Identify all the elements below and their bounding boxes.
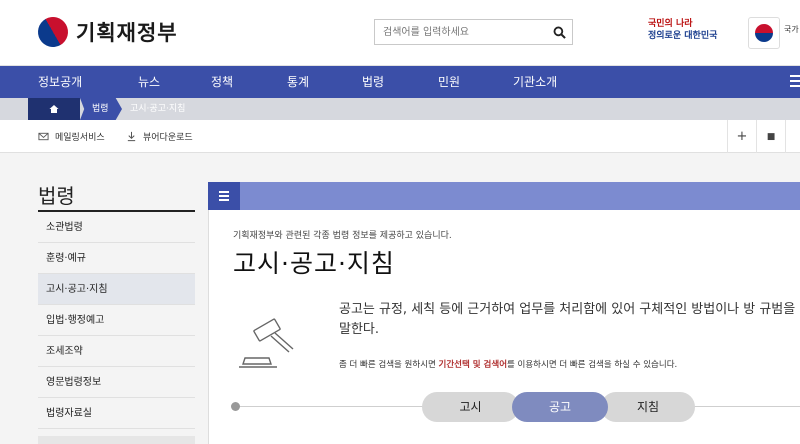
sidebar-item-archive[interactable]: 법령자료실 [38, 398, 195, 429]
korea-flag-icon [748, 17, 780, 49]
nav-item-civil[interactable]: 민원 [438, 66, 460, 98]
sidebar-bottom-block [38, 436, 195, 444]
header-cut-text: 국가 [784, 25, 799, 34]
sidebar-item-directive[interactable]: 훈령·예규 [38, 243, 195, 274]
search-tip: 좀 더 빠른 검색을 원하시면 기간선택 및 검색어를 이용하시면 더 빠른 검… [339, 358, 677, 370]
main-nav: 정보공개 뉴스 정책 통계 법령 민원 기관소개 [0, 66, 800, 98]
breadcrumb-law[interactable]: 법령 [80, 98, 122, 120]
search-box [374, 19, 573, 45]
search-icon [553, 26, 566, 39]
slogan-line2: 정의로운 대한민국 [648, 31, 718, 41]
sidebar-item-legislation[interactable]: 입법·행정예고 [38, 305, 195, 336]
taegeuk-icon [755, 24, 773, 42]
gavel-icon [239, 318, 294, 368]
nav-menu-icon[interactable] [790, 75, 800, 89]
home-icon [49, 105, 59, 113]
search-button[interactable] [546, 20, 572, 44]
tab-guideline[interactable]: 지침 [601, 392, 695, 422]
logo-text: 기획재정부 [76, 21, 178, 45]
tab-announcement[interactable]: 공고 [512, 392, 608, 422]
track-dot [231, 402, 240, 411]
nav-item-about[interactable]: 기관소개 [513, 66, 557, 98]
breadcrumb: 법령 고시·공고·지침 [0, 98, 800, 120]
page-title: 고시·공고·지침 [233, 249, 395, 278]
tip-pre: 좀 더 빠른 검색을 원하시면 [339, 360, 439, 370]
content-menu-icon[interactable] [208, 182, 240, 210]
intro-text: 기획재정부와 관련된 각종 법령 정보를 제공하고 있습니다. [233, 231, 452, 241]
sidebar-item-law[interactable]: 소관법령 [38, 212, 195, 243]
taegeuk-logo-icon [32, 11, 74, 53]
nav-item-news[interactable]: 뉴스 [138, 66, 160, 98]
tab-notice[interactable]: 고시 [422, 392, 519, 422]
tip-post: 를 이용하시면 더 빠른 검색을 하실 수 있습니다. [507, 360, 678, 370]
download-icon [127, 131, 136, 142]
mailing-service-link[interactable]: 메일링서비스 [38, 120, 105, 153]
main-content: 기획재정부와 관련된 각종 법령 정보를 제공하고 있습니다. 고시·공고·지침… [208, 210, 800, 444]
government-slogan: 국민의 나라 정의로운 대한민국 [648, 18, 740, 48]
breadcrumb-current: 고시·공고·지침 [130, 104, 186, 114]
site-logo[interactable]: 기획재정부 [32, 11, 178, 53]
sidebar-item-english-law[interactable]: 영문법령정보 [38, 367, 195, 398]
viewer-download-link[interactable]: 뷰어다운로드 [126, 120, 193, 153]
toolbar-more-button[interactable] [785, 120, 800, 153]
breadcrumb-home[interactable] [28, 98, 80, 120]
nav-item-stats[interactable]: 통계 [287, 66, 309, 98]
description-text: 공고는 규정, 세칙 등에 근거하여 업무를 처리함에 있어 구체적인 방법이나… [339, 302, 796, 337]
tip-highlight: 기간선택 및 검색어 [438, 360, 508, 370]
zoom-in-button[interactable]: + [727, 120, 756, 153]
utility-toolbar: 메일링서비스 뷰어다운로드 + ■ [0, 120, 800, 153]
site-header: 기획재정부 국민의 나라 정의로운 대한민국 국가 [0, 0, 800, 66]
content-header-bar [208, 182, 800, 210]
viewer-label: 뷰어다운로드 [143, 133, 193, 143]
search-input[interactable] [375, 20, 545, 45]
mailing-label: 메일링서비스 [55, 133, 105, 143]
slogan-line1: 국민의 나라 [648, 19, 693, 29]
nav-item-law[interactable]: 법령 [362, 66, 384, 98]
mail-icon [38, 132, 49, 141]
sidebar-item-notice[interactable]: 고시·공고·지침 [38, 274, 195, 305]
print-button[interactable]: ■ [756, 120, 785, 153]
nav-item-info[interactable]: 정보공개 [38, 66, 82, 98]
nav-item-policy[interactable]: 정책 [211, 66, 233, 98]
sidebar-item-tax-treaty[interactable]: 조세조약 [38, 336, 195, 367]
sidebar-title: 법령 [38, 184, 75, 208]
